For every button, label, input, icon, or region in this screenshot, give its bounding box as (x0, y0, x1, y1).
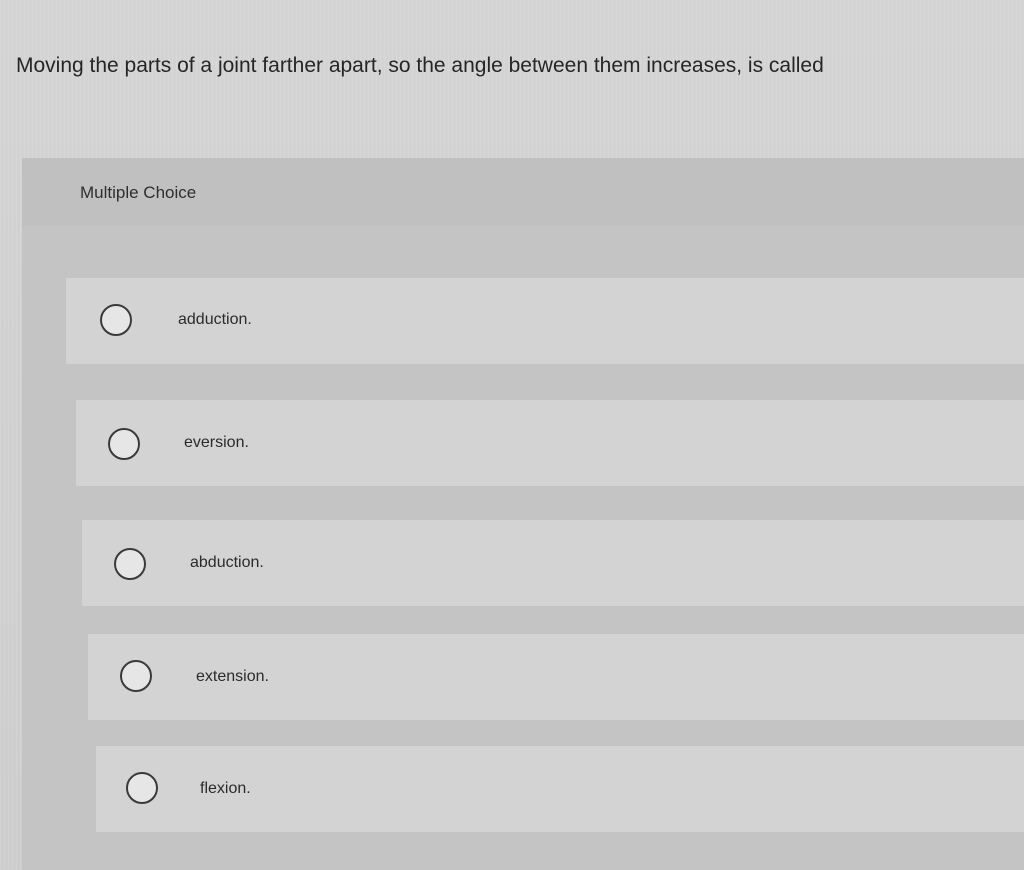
answer-option[interactable]: extension. (88, 634, 1024, 720)
radio-button[interactable] (108, 428, 140, 460)
radio-button[interactable] (114, 548, 146, 580)
radio-button[interactable] (126, 772, 158, 804)
question-type-label: Multiple Choice (80, 183, 197, 202)
answer-option[interactable]: abduction. (82, 520, 1024, 606)
answer-option-label: adduction. (178, 311, 252, 328)
answer-option[interactable]: adduction. (66, 278, 1024, 364)
answer-option-label: flexion. (200, 780, 251, 797)
answer-option-label: extension. (196, 668, 269, 685)
question-text: Moving the parts of a joint farther apar… (16, 54, 824, 77)
panel-header: Multiple Choice (22, 158, 1024, 226)
answer-option-label: abduction. (190, 554, 264, 571)
answer-option[interactable]: eversion. (76, 400, 1024, 486)
answer-option[interactable]: flexion. (96, 746, 1024, 832)
radio-button[interactable] (120, 660, 152, 692)
radio-button[interactable] (100, 304, 132, 336)
answer-option-label: eversion. (184, 434, 249, 451)
